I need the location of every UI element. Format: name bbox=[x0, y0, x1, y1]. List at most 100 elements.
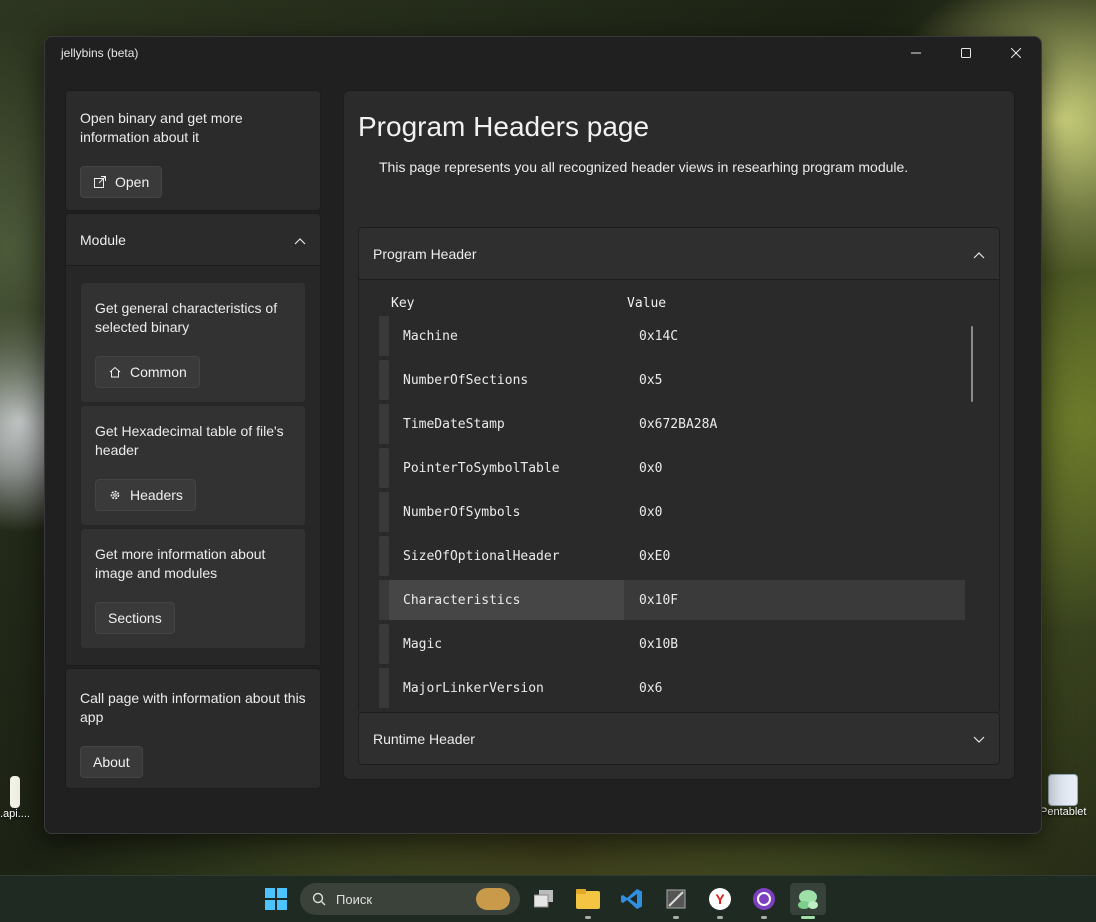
module-item-sections: Get more information about image and mod… bbox=[80, 528, 306, 649]
desktop-icon-pentablet[interactable]: Pentablet bbox=[1040, 774, 1086, 818]
row-handle bbox=[379, 492, 389, 532]
module-expander: Module Get general characteristics of se… bbox=[65, 213, 321, 666]
app-window: jellybins (beta) Open binary and get mor… bbox=[44, 36, 1042, 834]
about-button[interactable]: About bbox=[80, 746, 143, 778]
module-item-text: Get more information about image and mod… bbox=[95, 546, 266, 581]
search-highlight-icon bbox=[476, 888, 510, 910]
row-value: 0x10F bbox=[639, 592, 679, 608]
chevron-down-icon bbox=[973, 731, 985, 747]
row-key: Magic bbox=[403, 636, 443, 652]
vscode-icon bbox=[621, 889, 642, 909]
pentablet-icon bbox=[1048, 774, 1079, 806]
maximize-button[interactable] bbox=[941, 37, 991, 69]
table-row-selected[interactable]: Characteristics 0x10F bbox=[379, 578, 965, 622]
table-row[interactable]: Magic 0x10B bbox=[379, 622, 965, 666]
taskbar-search[interactable]: Поиск bbox=[300, 883, 520, 915]
title-bar[interactable]: jellybins (beta) bbox=[45, 37, 1041, 69]
gear-icon bbox=[108, 488, 122, 502]
sections-button[interactable]: Sections bbox=[95, 602, 175, 634]
row-key: Characteristics bbox=[403, 592, 521, 608]
table-row[interactable]: Machine 0x14C bbox=[379, 314, 965, 358]
row-value: 0x672BA28A bbox=[639, 416, 718, 432]
yandex-browser-button[interactable]: Y bbox=[704, 883, 736, 919]
close-button[interactable] bbox=[991, 37, 1041, 69]
row-value: 0x10B bbox=[639, 636, 679, 652]
running-indicator bbox=[673, 916, 679, 919]
row-handle bbox=[379, 536, 389, 576]
jellybins-button[interactable] bbox=[790, 883, 826, 919]
app-button[interactable] bbox=[660, 883, 692, 919]
sidebar: Open binary and get more information abo… bbox=[65, 90, 321, 791]
program-header-expander-header[interactable]: Program Header bbox=[359, 228, 999, 280]
column-header-key[interactable]: Key bbox=[391, 296, 627, 311]
program-header-grid: Key Value Machine 0x14C NumberOfSections… bbox=[359, 280, 999, 712]
row-handle bbox=[379, 624, 389, 664]
yandex-browser-icon: Y bbox=[709, 888, 731, 910]
row-value: 0x6 bbox=[639, 680, 663, 696]
github-desktop-button[interactable] bbox=[748, 883, 780, 919]
open-external-icon bbox=[93, 175, 107, 189]
module-label: Module bbox=[80, 231, 126, 248]
column-header-value[interactable]: Value bbox=[627, 296, 666, 311]
runtime-header-label: Runtime Header bbox=[373, 731, 475, 747]
desktop-icon-label: .api.... bbox=[0, 808, 30, 820]
module-expander-header[interactable]: Module bbox=[66, 214, 320, 266]
minimize-button[interactable] bbox=[891, 37, 941, 69]
chevron-up-icon bbox=[973, 246, 985, 262]
table-row[interactable]: PointerToSymbolTable 0x0 bbox=[379, 446, 965, 490]
sections-button-label: Sections bbox=[108, 610, 162, 626]
row-key: Machine bbox=[403, 328, 458, 344]
row-handle bbox=[379, 448, 389, 488]
headers-button[interactable]: Headers bbox=[95, 479, 196, 511]
grid-rows: Machine 0x14C NumberOfSections 0x5 TimeD… bbox=[379, 314, 965, 710]
table-row[interactable]: SizeOfOptionalHeader 0xE0 bbox=[379, 534, 965, 578]
search-icon bbox=[312, 892, 326, 906]
home-icon bbox=[108, 365, 122, 379]
common-button[interactable]: Common bbox=[95, 356, 200, 388]
page-title: Program Headers page bbox=[358, 111, 650, 142]
running-indicator bbox=[585, 916, 591, 919]
github-desktop-icon bbox=[753, 888, 775, 910]
table-row[interactable]: NumberOfSections 0x5 bbox=[379, 358, 965, 402]
about-card-text: Call page with information about this ap… bbox=[80, 690, 306, 725]
start-button[interactable] bbox=[260, 883, 292, 915]
module-item-headers: Get Hexadecimal table of file's header H… bbox=[80, 405, 306, 526]
row-handle bbox=[379, 360, 389, 400]
module-item-common: Get general characteristics of selected … bbox=[80, 282, 306, 403]
row-value: 0x0 bbox=[639, 504, 663, 520]
runtime-header-expander-header[interactable]: Runtime Header bbox=[359, 713, 999, 765]
task-view-button[interactable] bbox=[528, 883, 560, 915]
table-row[interactable]: MajorLinkerVersion 0x6 bbox=[379, 666, 965, 710]
row-key: NumberOfSections bbox=[403, 372, 529, 388]
row-handle bbox=[379, 580, 389, 620]
row-value: 0x0 bbox=[639, 460, 663, 476]
table-row[interactable]: TimeDateStamp 0x672BA28A bbox=[379, 402, 965, 446]
running-indicator bbox=[717, 916, 723, 919]
jellybins-icon bbox=[798, 890, 818, 909]
open-button-label: Open bbox=[115, 174, 150, 190]
row-handle bbox=[379, 668, 389, 708]
file-explorer-button[interactable] bbox=[572, 883, 604, 919]
maximize-icon bbox=[961, 48, 971, 58]
main-content: Program Headers page This page represent… bbox=[343, 90, 1015, 780]
minimize-icon bbox=[911, 52, 921, 54]
table-row[interactable]: NumberOfSymbols 0x0 bbox=[379, 490, 965, 534]
headers-button-label: Headers bbox=[130, 487, 183, 503]
row-key: TimeDateStamp bbox=[403, 416, 505, 432]
close-icon bbox=[1011, 48, 1021, 58]
vertical-scrollbar[interactable] bbox=[971, 326, 973, 402]
row-value: 0x14C bbox=[639, 328, 679, 344]
program-header-expander: Program Header Key Value Machine 0x14C N… bbox=[358, 227, 1000, 713]
vscode-button[interactable] bbox=[616, 883, 648, 915]
program-header-label: Program Header bbox=[373, 245, 477, 262]
row-handle bbox=[379, 316, 389, 356]
open-card: Open binary and get more information abo… bbox=[65, 90, 321, 211]
search-placeholder: Поиск bbox=[336, 891, 373, 907]
chevron-up-icon bbox=[294, 232, 306, 248]
module-item-text: Get Hexadecimal table of file's header bbox=[95, 423, 284, 458]
desktop-icon-api[interactable]: .api.... bbox=[0, 776, 30, 820]
task-view-icon bbox=[534, 890, 553, 908]
window-title: jellybins (beta) bbox=[61, 46, 139, 60]
row-value: 0xE0 bbox=[639, 548, 671, 564]
open-button[interactable]: Open bbox=[80, 166, 163, 198]
